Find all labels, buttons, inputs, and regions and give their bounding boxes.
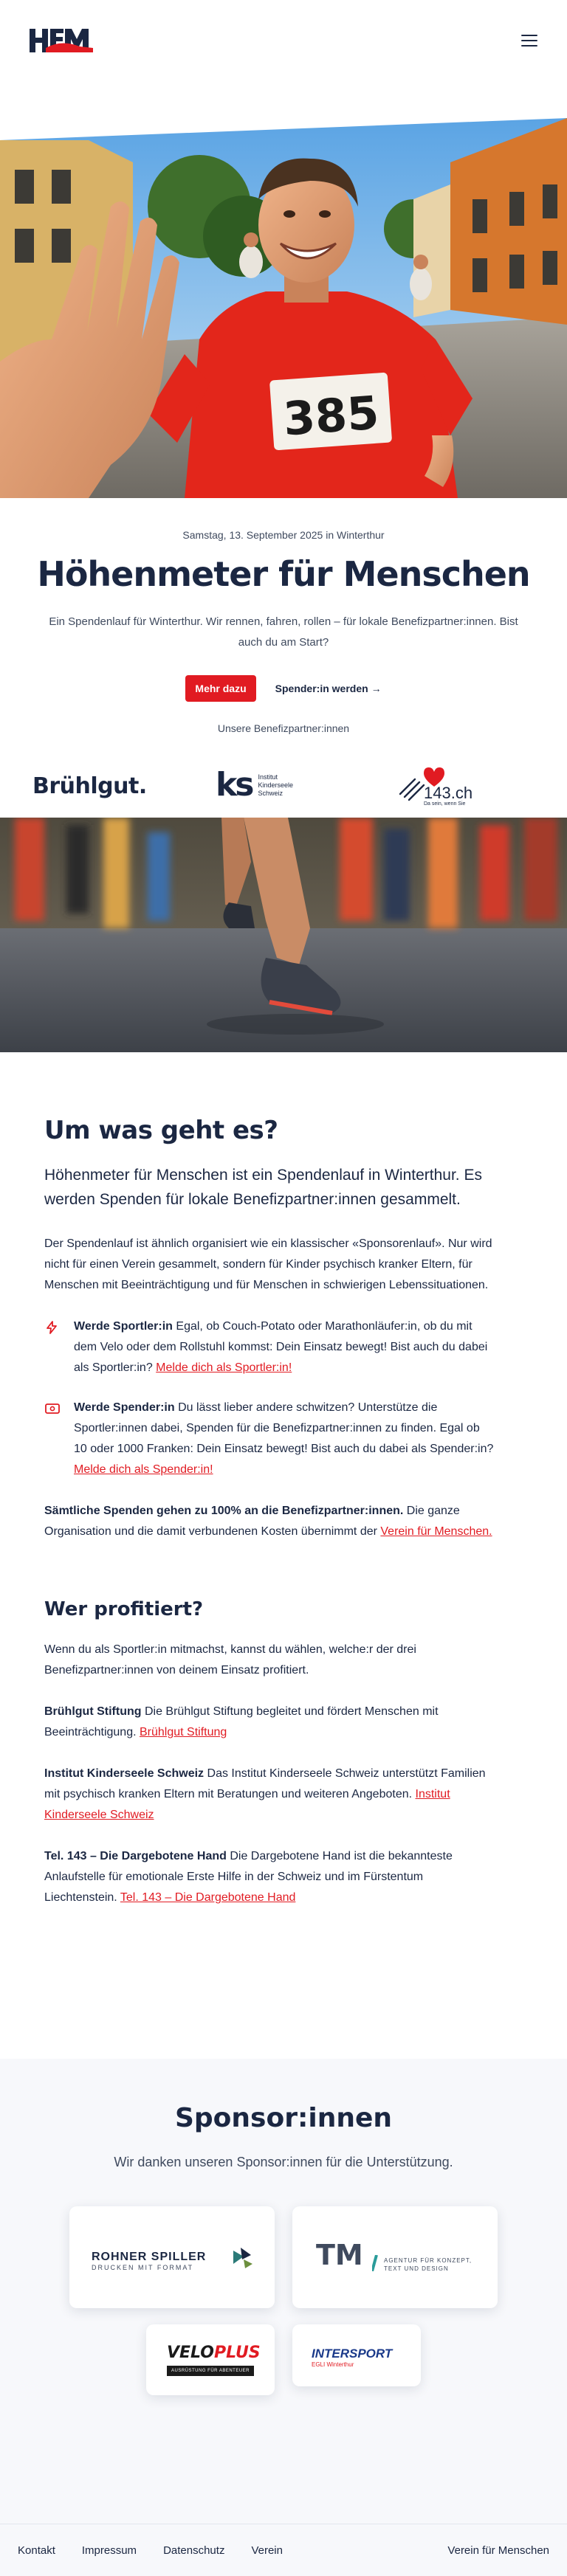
feature-donor-text: Werde Spender:in Du lässt lieber andere …: [74, 1401, 494, 1476]
rohner-name: ROHNER SPILLER: [92, 2251, 207, 2263]
kinderseele-wordmark: Institut Kinderseele Schweiz: [258, 773, 293, 797]
become-donor-link[interactable]: Spender:in werden →: [275, 683, 382, 694]
runners-photo: [0, 818, 567, 1052]
partner-kinderseele-logo[interactable]: ks Institut Kinderseele Schweiz: [216, 769, 293, 801]
hero-actions: Mehr dazu Spender:in werden →: [0, 675, 567, 702]
benefit-intro: Wenn du als Sportler:in mitmachst, kanns…: [44, 1643, 416, 1677]
event-date: Samstag, 13. September 2025 in Winterthu…: [182, 529, 385, 541]
site-logo[interactable]: [28, 26, 99, 55]
bruehlgut-link[interactable]: Brühlgut Stiftung: [140, 1726, 227, 1738]
about-intro: Der Spendenlauf ist ähnlich organisiert …: [44, 1237, 492, 1291]
hero-image: 385: [0, 118, 567, 498]
hfm-logo-icon: [30, 29, 93, 52]
feature-donor: Werde Spender:in Du lässt lieber andere …: [44, 1398, 495, 1480]
sponsors-subtitle: Wir danken unseren Sponsor:innen für die…: [114, 2155, 453, 2169]
footer-link-impressum[interactable]: Impressum: [82, 2544, 137, 2557]
tel143-link[interactable]: Tel. 143 – Die Dargebotene Hand: [120, 1891, 296, 1904]
sponsor-intersport[interactable]: INTERSPORT EGLI Winterthur: [292, 2324, 421, 2386]
footer-nav: Kontakt Impressum Datenschutz Verein: [18, 2544, 283, 2557]
partner-143-logo[interactable]: 143.ch Da sein, wenn Sie: [394, 766, 472, 807]
sponsor-veloplus[interactable]: VELOPLUS AUSRÜSTUNG FÜR ABENTEUER: [146, 2324, 275, 2395]
tm-text: AGENTUR FÜR KONZEPT, TEXT UND DESIGN: [384, 2257, 472, 2272]
association-link[interactable]: Verein für Menschen.: [380, 1525, 492, 1538]
sponsors-title: Sponsor:innen: [174, 2103, 392, 2133]
partner-logos: Brühlgut. ks Institut Kinderseele Schwei…: [0, 759, 567, 810]
main-content: Um was geht es? Höhenmeter für Menschen …: [44, 1048, 495, 1908]
sponsor-tm[interactable]: TM AGENTUR FÜR KONZEPT, TEXT UND DESIGN: [292, 2206, 498, 2308]
donations-note: Sämtliche Spenden gehen zu 100% an die B…: [44, 1505, 492, 1538]
hero-section: Samstag, 13. September 2025 in Winterthu…: [0, 498, 567, 734]
feature-athlete: Werde Sportler:in Egal, ob Couch-Potato …: [44, 1316, 495, 1378]
tm-mark: TM: [316, 2239, 363, 2271]
about-title: Um was geht es?: [44, 1116, 278, 1145]
partner-bruehlgut-logo[interactable]: Brühlgut.: [32, 773, 147, 799]
about-lead: Höhenmeter für Menschen ist ein Spendenl…: [44, 1167, 482, 1208]
benefit-item: Brühlgut Stiftung Die Brühlgut Stiftung …: [44, 1705, 439, 1738]
rohner-mark-icon: [233, 2248, 252, 2268]
cash-icon: [45, 1403, 60, 1414]
hamburger-menu-icon: [521, 35, 537, 36]
signup-athlete-link[interactable]: Melde dich als Sportler:in!: [156, 1361, 292, 1374]
benefit-item: Institut Kinderseele Schweiz Das Institu…: [44, 1767, 486, 1821]
site-footer: Kontakt Impressum Datenschutz Verein Ver…: [0, 2524, 567, 2576]
feature-athlete-text: Werde Sportler:in Egal, ob Couch-Potato …: [74, 1320, 488, 1374]
rohner-sub: DRUCKEN MIT FORMAT: [92, 2264, 194, 2271]
footer-link-verein[interactable]: Verein: [251, 2544, 283, 2557]
sponsors-section: Sponsor:innen Wir danken unseren Sponsor…: [0, 2059, 567, 2524]
footer-link-datenschutz[interactable]: Datenschutz: [163, 2544, 224, 2557]
veloplus-name: VELOPLUS: [167, 2344, 261, 2362]
intersport-sub: EGLI Winterthur: [312, 2361, 354, 2368]
intersport-name: INTERSPORT: [312, 2347, 393, 2361]
partners-label: Unsere Benefizpartner:innen: [217, 722, 350, 734]
page-title: Höhenmeter für Menschen: [37, 554, 530, 594]
lightning-icon: [47, 1321, 57, 1334]
benefit-item: Tel. 143 – Die Dargebotene Hand Die Darg…: [44, 1850, 453, 1904]
tm-slash-icon: [372, 2255, 378, 2271]
menu-button[interactable]: [521, 35, 537, 46]
sponsor-rohner-spiller[interactable]: ROHNER SPILLER DRUCKEN MIT FORMAT: [69, 2206, 275, 2308]
kinderseele-mark: ks: [216, 766, 254, 804]
bib-number: 385: [281, 386, 380, 446]
more-info-button[interactable]: Mehr dazu: [185, 675, 256, 702]
tel143-label: 143.ch: [424, 784, 473, 802]
veloplus-sub: AUSRÜSTUNG FÜR ABENTEUER: [167, 2366, 254, 2376]
benefit-title: Wer profitiert?: [44, 1598, 204, 1620]
signup-donor-link[interactable]: Melde dich als Spender:in!: [74, 1463, 213, 1476]
site-header: [0, 0, 567, 81]
footer-association-link[interactable]: Verein für Menschen: [447, 2544, 549, 2557]
footer-link-kontakt[interactable]: Kontakt: [18, 2544, 55, 2557]
hero-lead: Ein Spendenlauf für Winterthur. Wir renn…: [49, 615, 518, 649]
tel143-sub: Da sein, wenn Sie: [424, 801, 466, 807]
